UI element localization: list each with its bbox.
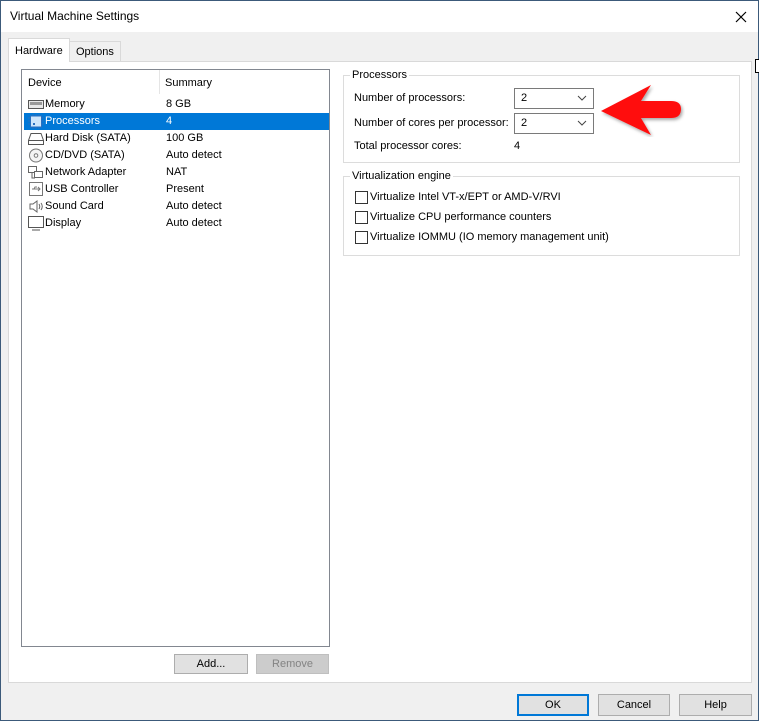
device-list-header: Device Summary — [22, 70, 329, 94]
device-row-hard-disk[interactable]: Hard Disk (SATA) 100 GB — [24, 130, 329, 147]
device-row-sound-card[interactable]: Sound Card Auto detect — [24, 198, 329, 215]
number-of-processors-value: 2 — [521, 92, 528, 104]
virtualization-engine-group-label: Virtualization engine — [350, 170, 453, 182]
checkbox-box[interactable] — [355, 191, 368, 204]
ok-button[interactable]: OK — [517, 694, 589, 716]
cancel-button[interactable]: Cancel — [598, 694, 670, 716]
device-name: Processors — [45, 115, 101, 127]
total-processor-cores-value: 4 — [514, 140, 521, 152]
tab-hardware[interactable]: Hardware — [8, 38, 70, 62]
number-of-processors-select[interactable]: 2 — [514, 88, 594, 109]
device-row-cd-dvd[interactable]: CD/DVD (SATA) Auto detect — [24, 147, 329, 164]
help-button[interactable]: Help — [679, 694, 752, 716]
checkbox-label: Virtualize IOMMU (IO memory management u… — [370, 231, 609, 243]
window-edge-marker — [755, 59, 759, 73]
virtual-machine-settings-dialog: Virtual Machine Settings Hardware Option… — [0, 0, 759, 721]
device-row-display[interactable]: Display Auto detect — [24, 215, 329, 232]
device-summary: Auto detect — [166, 217, 222, 229]
device-name: Memory — [45, 98, 85, 110]
device-list[interactable]: Device Summary Memory 8 GB Processors 4 … — [21, 69, 330, 647]
remove-device-button[interactable]: Remove — [256, 654, 329, 674]
device-summary: 4 — [166, 115, 173, 127]
checkbox-label: Virtualize CPU performance counters — [370, 211, 552, 223]
processors-group-label: Processors — [350, 69, 410, 81]
column-separator[interactable] — [159, 70, 160, 94]
processor-icon — [28, 114, 44, 129]
chevron-down-icon — [577, 120, 587, 126]
network-adapter-icon — [28, 166, 43, 179]
device-summary: Present — [166, 183, 204, 195]
device-summary: 8 GB — [166, 98, 192, 110]
checkbox-label: Virtualize Intel VT-x/EPT or AMD-V/RVI — [370, 191, 561, 203]
device-summary: Auto detect — [166, 200, 222, 212]
speaker-icon — [29, 200, 43, 213]
column-header-summary[interactable]: Summary — [165, 77, 212, 89]
device-name: Display — [45, 217, 82, 229]
usb-icon — [29, 182, 43, 196]
device-name: Sound Card — [45, 200, 104, 212]
cores-per-processor-value: 2 — [521, 117, 528, 129]
window-title: Virtual Machine Settings — [10, 9, 140, 23]
device-name: USB Controller — [45, 183, 119, 195]
add-device-button[interactable]: Add... — [174, 654, 248, 674]
chevron-down-icon — [577, 95, 587, 101]
device-summary: 100 GB — [166, 132, 204, 144]
title-bar: Virtual Machine Settings — [1, 1, 758, 32]
cores-per-processor-select[interactable]: 2 — [514, 113, 594, 134]
device-row-network-adapter[interactable]: Network Adapter NAT — [24, 164, 329, 181]
device-name: Network Adapter — [45, 166, 127, 178]
red-arrow-annotation — [601, 85, 681, 135]
hard-disk-icon — [28, 133, 44, 145]
close-button[interactable] — [724, 1, 758, 32]
cd-dvd-icon — [29, 148, 43, 163]
device-name: CD/DVD (SATA) — [45, 149, 125, 161]
tab-hardware-label: Hardware — [15, 44, 63, 57]
checkbox-box[interactable] — [355, 231, 368, 244]
device-name: Hard Disk (SATA) — [45, 132, 131, 144]
device-row-processors[interactable]: Processors 4 — [24, 113, 329, 130]
monitor-icon — [28, 216, 44, 231]
close-icon — [735, 11, 747, 22]
memory-icon — [28, 100, 44, 109]
cores-per-processor-label: Number of cores per processor: — [354, 117, 509, 129]
device-summary: Auto detect — [166, 149, 222, 161]
tab-options-label: Options — [76, 46, 114, 58]
device-row-usb-controller[interactable]: USB Controller Present — [24, 181, 329, 198]
checkbox-box[interactable] — [355, 211, 368, 224]
total-processor-cores-label: Total processor cores: — [354, 140, 462, 152]
device-summary: NAT — [166, 166, 188, 178]
device-row-memory[interactable]: Memory 8 GB — [24, 96, 329, 113]
tab-options[interactable]: Options — [69, 41, 121, 62]
number-of-processors-label: Number of processors: — [354, 92, 466, 104]
column-header-device[interactable]: Device — [28, 77, 62, 89]
